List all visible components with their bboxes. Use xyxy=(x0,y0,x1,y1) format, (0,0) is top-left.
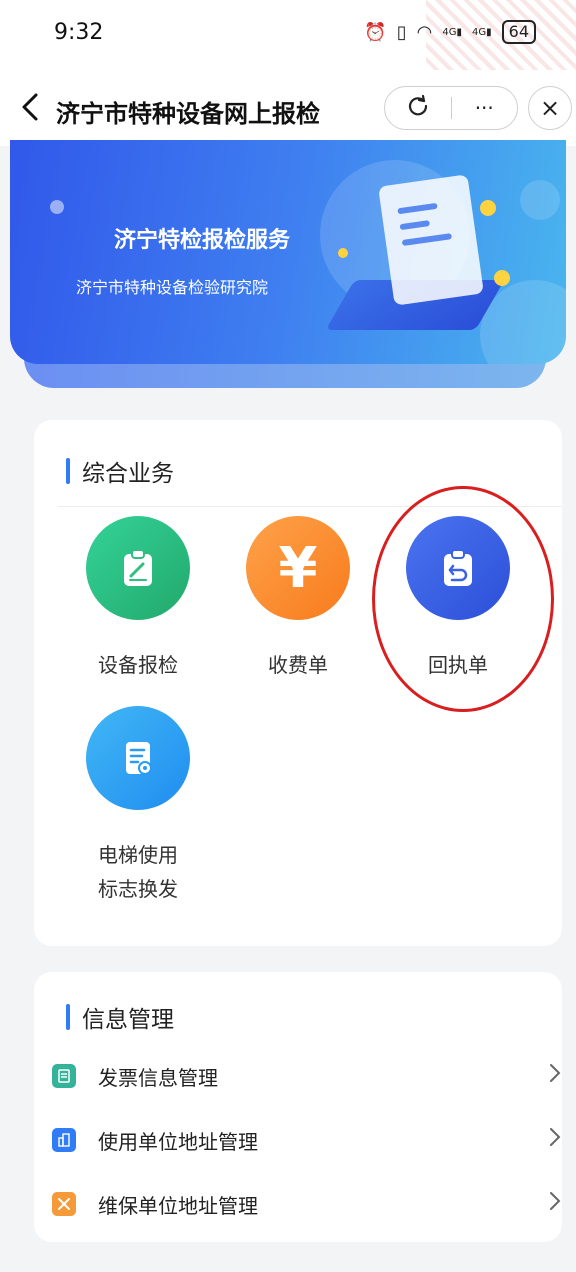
list-item-invoice-info[interactable]: 发票信息管理 xyxy=(52,1056,562,1096)
building-icon xyxy=(52,1128,76,1152)
doc-line xyxy=(401,233,453,247)
coin-icon xyxy=(494,270,510,286)
status-time: 9:32 xyxy=(54,20,104,45)
back-chevron-icon[interactable] xyxy=(14,90,48,124)
vibrate-icon: ▯ xyxy=(396,21,407,43)
section-title: 信息管理 xyxy=(82,1007,174,1033)
close-button[interactable]: × xyxy=(528,86,572,130)
banner: 济宁特检报检服务 济宁市特种设备检验研究院 xyxy=(10,140,566,364)
grid-item-elevator-sign-renewal[interactable]: 电梯使用 标志换发 xyxy=(68,706,208,906)
banner-title: 济宁特检报检服务 xyxy=(114,228,291,253)
list-item-label: 维保单位地址管理 xyxy=(98,1193,258,1218)
grid-item-label: 收费单 xyxy=(268,653,328,677)
grid-item-label-line2: 标志换发 xyxy=(98,877,178,901)
yen-glyph: ¥ xyxy=(278,535,318,601)
status-icons: ⏰ ▯ ◠ 4G▮ 4G▮ 64 xyxy=(364,20,536,44)
list-item-label: 使用单位地址管理 xyxy=(98,1129,258,1154)
banner-dot xyxy=(50,200,64,214)
yen-icon: ¥ xyxy=(246,516,350,620)
nav-bar: 济宁市特种设备网上报检 ··· × xyxy=(0,70,576,146)
alarm-icon: ⏰ xyxy=(364,21,387,43)
grid-item-label: 电梯使用 标志换发 xyxy=(68,838,208,906)
banner-dot xyxy=(520,180,560,220)
mini-program-capsule: ··· xyxy=(384,86,518,130)
refresh-icon xyxy=(408,94,427,115)
list-item-label: 发票信息管理 xyxy=(98,1065,218,1090)
status-bar: 9:32 ⏰ ▯ ◠ 4G▮ 4G▮ 64 xyxy=(0,0,576,90)
more-button[interactable]: ··· xyxy=(452,96,518,120)
grid-item-label: 设备报检 xyxy=(98,653,178,677)
list-item-user-unit-address[interactable]: 使用单位地址管理 xyxy=(52,1120,562,1160)
document-illustration xyxy=(378,174,484,306)
banner-subtitle: 济宁市特种设备检验研究院 xyxy=(76,278,269,297)
chevron-right-icon xyxy=(548,1061,562,1091)
section-bar xyxy=(66,1004,70,1030)
clipboard-edit-icon xyxy=(86,516,190,620)
doc-line xyxy=(399,220,431,231)
battery-indicator: 64 xyxy=(501,20,536,44)
info-card-header: 信息管理 xyxy=(66,1000,174,1034)
section-title: 综合业务 xyxy=(82,461,174,487)
info-card: 信息管理 发票信息管理 使用单位地址管理 维保单位地址管理 xyxy=(34,972,562,1242)
page-title: 济宁市特种设备网上报检 xyxy=(56,100,320,128)
grid-item-fee-bill[interactable]: ¥ 收费单 xyxy=(228,516,368,682)
coin-icon xyxy=(480,200,496,216)
signal-4g-icon: 4G▮ xyxy=(442,26,462,38)
certificate-icon xyxy=(86,706,190,810)
refresh-button[interactable] xyxy=(385,94,451,123)
signal-4g-icon: 4G▮ xyxy=(472,26,492,38)
coin-icon xyxy=(338,248,348,258)
wifi-icon: ◠ xyxy=(416,21,433,43)
highlight-circle xyxy=(372,486,554,712)
chevron-right-icon xyxy=(548,1189,562,1219)
doc-line xyxy=(397,202,438,215)
section-bar xyxy=(66,458,70,484)
list-item-maintenance-unit-address[interactable]: 维保单位地址管理 xyxy=(52,1184,562,1224)
tools-icon xyxy=(52,1192,76,1216)
chevron-right-icon xyxy=(548,1125,562,1155)
invoice-icon xyxy=(52,1064,76,1088)
business-card-header: 综合业务 xyxy=(66,454,174,488)
grid-item-device-inspection[interactable]: 设备报检 xyxy=(68,516,208,682)
grid-item-label-line1: 电梯使用 xyxy=(98,843,178,867)
